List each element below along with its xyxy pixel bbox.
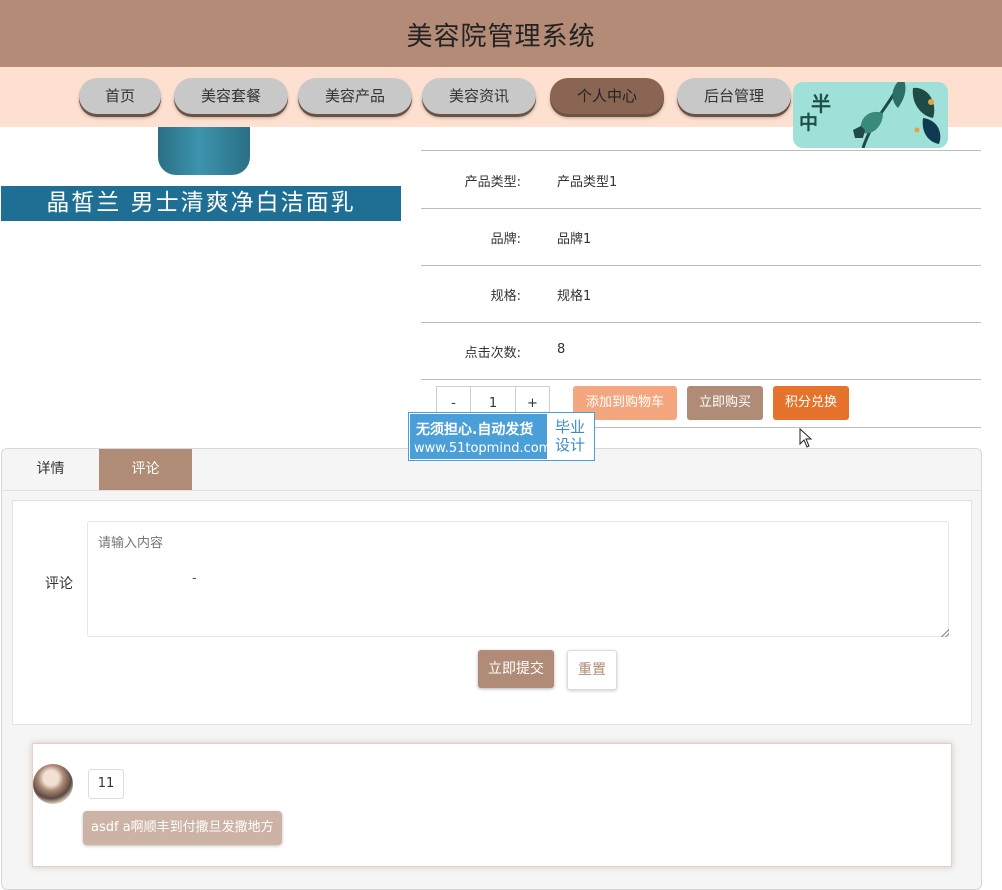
avatar: [33, 764, 73, 804]
promo-line2: www.51topmind.com: [414, 441, 552, 456]
tab-detail[interactable]: 详情: [2, 449, 99, 490]
comment-form: 评论 - 立即提交 重置: [12, 500, 972, 725]
site-title: 美容院管理系统: [406, 22, 596, 52]
decoration-text-bottom: 中: [799, 112, 819, 134]
reset-button[interactable]: 重置: [567, 650, 617, 690]
tab-comment[interactable]: 评论: [99, 449, 192, 490]
tabs-panel: 详情 评论 评论 - 立即提交 重置 11 asdf a啊顺丰到付撒旦发撒地方: [1, 448, 982, 890]
product-bottle: [158, 127, 250, 175]
comment-textarea[interactable]: [87, 521, 949, 637]
decorative-plant-badge: 半 中: [793, 82, 948, 148]
nav-item-admin[interactable]: 后台管理: [677, 78, 791, 114]
mouse-cursor-icon: [799, 428, 813, 448]
nav-item-beauty-product[interactable]: 美容产品: [298, 78, 412, 114]
comment-username: 11: [88, 769, 124, 799]
info-row-product-type: 产品类型: 产品类型1: [421, 151, 981, 209]
info-value: 8: [557, 342, 566, 357]
points-exchange-button[interactable]: 积分兑换: [773, 386, 849, 420]
info-row-click-count: 点击次数: 8: [421, 322, 981, 380]
info-row-brand: 品牌: 品牌1: [421, 208, 981, 266]
promo-line1: 无须担心.自动发货: [416, 422, 534, 438]
nav-item-home[interactable]: 首页: [79, 78, 161, 114]
info-value: 产品类型1: [557, 175, 618, 190]
product-image-caption: 晶皙兰 男士清爽净白洁面乳: [1, 186, 401, 221]
textarea-dash: -: [192, 571, 197, 586]
promo-left: 无须担心.自动发货 www.51topmind.com: [410, 414, 551, 459]
nav-item-beauty-package[interactable]: 美容套餐: [174, 78, 288, 114]
buy-now-button[interactable]: 立即购买: [687, 386, 763, 420]
submit-button[interactable]: 立即提交: [478, 650, 554, 688]
info-label: 规格:: [490, 289, 521, 304]
info-label: 品牌:: [490, 232, 521, 247]
info-label: 产品类型:: [464, 175, 521, 190]
product-image: 晶皙兰 男士清爽净白洁面乳: [0, 127, 401, 222]
comment-content: asdf a啊顺丰到付撒旦发撒地方: [83, 811, 282, 845]
promo-right: 毕业 设计: [547, 414, 593, 459]
info-value: 规格1: [557, 289, 592, 304]
info-value: 品牌1: [557, 232, 592, 247]
comment-label: 评论: [45, 576, 73, 592]
site-header: 美容院管理系统: [0, 0, 1002, 67]
promo-right-line2: 设计: [554, 436, 585, 454]
promo-right-line1: 毕业: [554, 418, 585, 436]
info-row-spec: 规格: 规格1: [421, 265, 981, 323]
nav-item-beauty-news[interactable]: 美容资讯: [422, 78, 536, 114]
info-label: 点击次数:: [464, 346, 521, 361]
resize-handle-icon[interactable]: [941, 629, 949, 637]
promo-badge: 无须担心.自动发货 www.51topmind.com 毕业 设计: [409, 413, 594, 460]
comment-item: 11 asdf a啊顺丰到付撒旦发撒地方: [32, 743, 952, 867]
nav-item-personal-center[interactable]: 个人中心: [550, 78, 664, 114]
